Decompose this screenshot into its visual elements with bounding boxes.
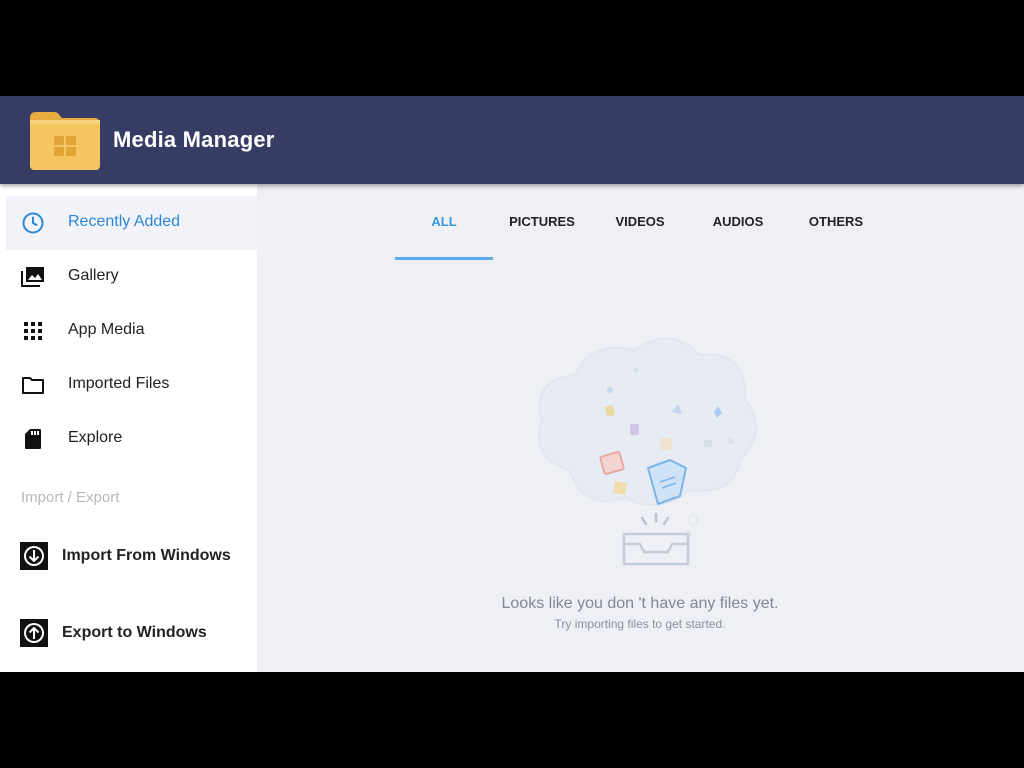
empty-state-hint: Try importing files to get started. [554,617,726,631]
app-title: Media Manager [113,127,275,152]
sd-card-icon [20,427,46,451]
folder-logo-icon [30,112,100,170]
import-from-windows-label: Import From Windows [62,547,231,564]
clock-icon [20,211,46,235]
sidebar-item-app-media[interactable]: App Media [6,304,257,358]
empty-files-illustration [538,337,758,566]
active-tab-indicator [395,257,493,260]
section-title-import-export: Import / Export [21,489,120,506]
export-to-windows-button[interactable]: Export to Windows [0,609,257,657]
tab-videos[interactable]: VIDEOS [591,214,689,260]
sidebar-item-gallery[interactable]: Gallery [6,250,257,304]
sidebar-item-label: Recently Added [68,213,181,230]
tab-audios[interactable]: AUDIOS [689,214,787,260]
folder-icon [20,373,46,397]
sidebar: Recently Added Gallery App Media Importe… [0,184,257,672]
sidebar-item-label: Gallery [68,267,119,284]
app-header: Media Manager [0,96,1024,184]
media-manager-window: Media Manager Recently Added Gallery App… [0,96,1024,672]
sidebar-item-label: App Media [68,321,145,338]
tab-pictures[interactable]: PICTURES [493,214,591,260]
sidebar-item-explore[interactable]: Explore [6,412,257,466]
tab-all[interactable]: ALL [395,214,493,260]
sidebar-item-label: Imported Files [68,375,170,392]
empty-state-message: Looks like you don 't have any files yet… [501,595,779,612]
download-circle-icon [20,542,48,570]
sidebar-item-imported-files[interactable]: Imported Files [6,358,257,412]
sidebar-item-recently-added[interactable]: Recently Added [6,196,257,250]
gallery-icon [20,265,46,289]
export-to-windows-label: Export to Windows [62,624,207,641]
import-from-windows-button[interactable]: Import From Windows [0,532,257,580]
grid-icon [20,319,46,343]
upload-circle-icon [20,619,48,647]
sidebar-item-label: Explore [68,429,123,446]
tab-others[interactable]: OTHERS [787,214,885,260]
